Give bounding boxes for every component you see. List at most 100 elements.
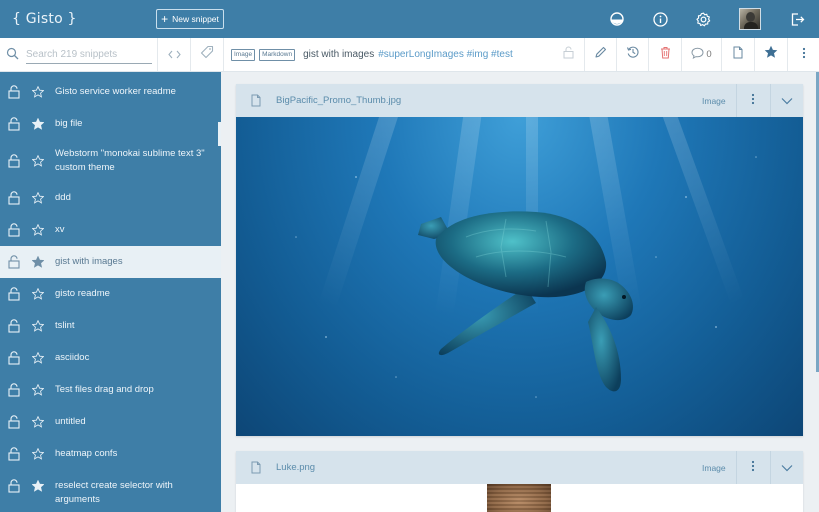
file-collapse-button[interactable] — [770, 84, 803, 117]
file-type: Image — [702, 96, 726, 106]
lock-button[interactable] — [552, 38, 584, 71]
sea-turtle-image — [236, 117, 803, 436]
history-icon — [626, 45, 640, 64]
sidebar-item[interactable]: asciidoc — [0, 342, 221, 374]
star-outline-icon[interactable] — [31, 447, 45, 460]
code-view-button[interactable] — [158, 38, 191, 71]
sidebar-item-label: reselect create selector with arguments — [55, 480, 173, 505]
unlock-icon[interactable] — [8, 479, 20, 493]
star-filled-icon — [764, 45, 778, 64]
sidebar-item-label: Test files drag and drop — [55, 384, 154, 395]
star-filled-icon[interactable] — [31, 117, 45, 130]
language-badge-markdown: Markdown — [259, 48, 296, 61]
unlock-icon[interactable] — [8, 287, 20, 301]
star-outline-icon[interactable] — [31, 351, 45, 364]
sidebar-item[interactable]: ddd — [0, 182, 221, 214]
snippet-title: gist with images — [303, 49, 375, 60]
settings-icon[interactable] — [693, 9, 713, 29]
file-icon — [251, 461, 261, 479]
file-more-button[interactable] — [736, 84, 769, 117]
unlock-icon[interactable] — [8, 191, 20, 205]
search-input[interactable] — [26, 46, 152, 64]
sidebar-item[interactable]: reselect create selector with arguments — [0, 470, 221, 505]
theme-icon[interactable] — [607, 9, 627, 29]
sidebar-item-label: big file — [55, 118, 83, 129]
file-card: BigPacific_Promo_Thumb.jpg Image — [236, 84, 803, 436]
snippet-toolbar: Image Markdown gist with images #superLo… — [0, 38, 819, 72]
plus-icon: + — [161, 12, 169, 26]
sidebar-item[interactable]: Gisto service worker readme — [0, 76, 221, 108]
sidebar-item[interactable]: Test files drag and drop — [0, 374, 221, 406]
sidebar-item-label: xv — [55, 224, 65, 235]
comment-count: 0 — [706, 49, 712, 60]
app-logo[interactable]: { Gisto } — [12, 11, 77, 27]
unlock-icon[interactable] — [8, 85, 20, 99]
unlock-icon[interactable] — [8, 415, 20, 429]
sidebar-item[interactable]: gist with images — [0, 246, 221, 278]
avatar[interactable] — [739, 8, 761, 30]
edit-button[interactable] — [584, 38, 616, 71]
file-collapse-button[interactable] — [770, 451, 803, 484]
sidebar-item[interactable]: Webstorm "monokai sublime text 3" custom… — [0, 140, 221, 182]
sidebar-item[interactable]: xv — [0, 214, 221, 246]
more-options-button[interactable] — [787, 38, 819, 71]
copy-button[interactable] — [721, 38, 754, 71]
star-outline-icon[interactable] — [31, 415, 45, 428]
chevron-down-icon — [781, 92, 793, 110]
star-outline-icon[interactable] — [31, 319, 45, 332]
more-vertical-icon — [751, 459, 755, 477]
tag-filter-button[interactable] — [191, 38, 224, 71]
logout-icon[interactable] — [787, 9, 807, 29]
unlock-icon[interactable] — [8, 447, 20, 461]
code-icon — [167, 46, 181, 64]
tag-icon — [200, 45, 214, 64]
history-button[interactable] — [616, 38, 648, 71]
file-more-button[interactable] — [736, 451, 769, 484]
file-copy-icon — [733, 46, 743, 64]
star-outline-icon[interactable] — [31, 85, 45, 98]
more-vertical-icon — [751, 92, 755, 110]
star-outline-icon[interactable] — [31, 191, 45, 204]
sidebar-item-label: heatmap confs — [55, 448, 118, 459]
star-filled-icon[interactable] — [31, 255, 45, 268]
comments-button[interactable]: 0 — [681, 38, 721, 71]
snippet-list: Gisto service worker readme big file Webst… — [0, 72, 221, 512]
unlock-icon[interactable] — [8, 223, 20, 237]
sidebar-item-label: untitled — [55, 416, 86, 427]
new-snippet-button[interactable]: + New snippet — [156, 9, 224, 29]
sidebar-item[interactable]: untitled — [0, 406, 221, 438]
delete-button[interactable] — [648, 38, 681, 71]
more-vertical-icon — [802, 46, 806, 64]
sidebar-item[interactable]: tslint — [0, 310, 221, 342]
file-card-header: Luke.png Image — [236, 451, 803, 484]
sidebar-item-label: asciidoc — [55, 352, 90, 363]
file-icon — [251, 94, 261, 112]
sidebar-item[interactable]: big file — [0, 108, 221, 140]
unlock-icon[interactable] — [8, 117, 20, 131]
sidebar-item[interactable]: gisto readme — [0, 278, 221, 310]
star-outline-icon[interactable] — [31, 383, 45, 396]
unlock-icon[interactable] — [8, 154, 20, 168]
file-name: Luke.png — [276, 462, 316, 473]
top-bar: { Gisto } + New snippet — [0, 0, 819, 38]
sidebar-item[interactable]: heatmap confs — [0, 438, 221, 470]
star-outline-icon[interactable] — [31, 287, 45, 300]
search-icon — [6, 47, 19, 65]
trash-icon — [660, 46, 671, 64]
unlock-icon[interactable] — [8, 319, 20, 333]
unlock-icon[interactable] — [8, 351, 20, 365]
info-icon[interactable] — [650, 9, 670, 29]
star-filled-icon[interactable] — [31, 479, 45, 492]
snippet-tags[interactable]: #superLongImages #img #test — [378, 49, 513, 60]
sidebar-item-label: tslint — [55, 320, 75, 331]
unlock-icon[interactable] — [8, 383, 20, 397]
language-badge-image: Image — [231, 48, 256, 61]
sidebar-item-label: Webstorm "monokai sublime text 3" custom… — [55, 148, 205, 173]
unlock-icon[interactable] — [8, 255, 20, 269]
star-outline-icon[interactable] — [31, 154, 45, 167]
star-outline-icon[interactable] — [31, 223, 45, 236]
sidebar-item-label: gisto readme — [55, 288, 110, 299]
star-button[interactable] — [754, 38, 787, 71]
comment-icon — [691, 46, 704, 64]
file-type: Image — [702, 463, 726, 473]
